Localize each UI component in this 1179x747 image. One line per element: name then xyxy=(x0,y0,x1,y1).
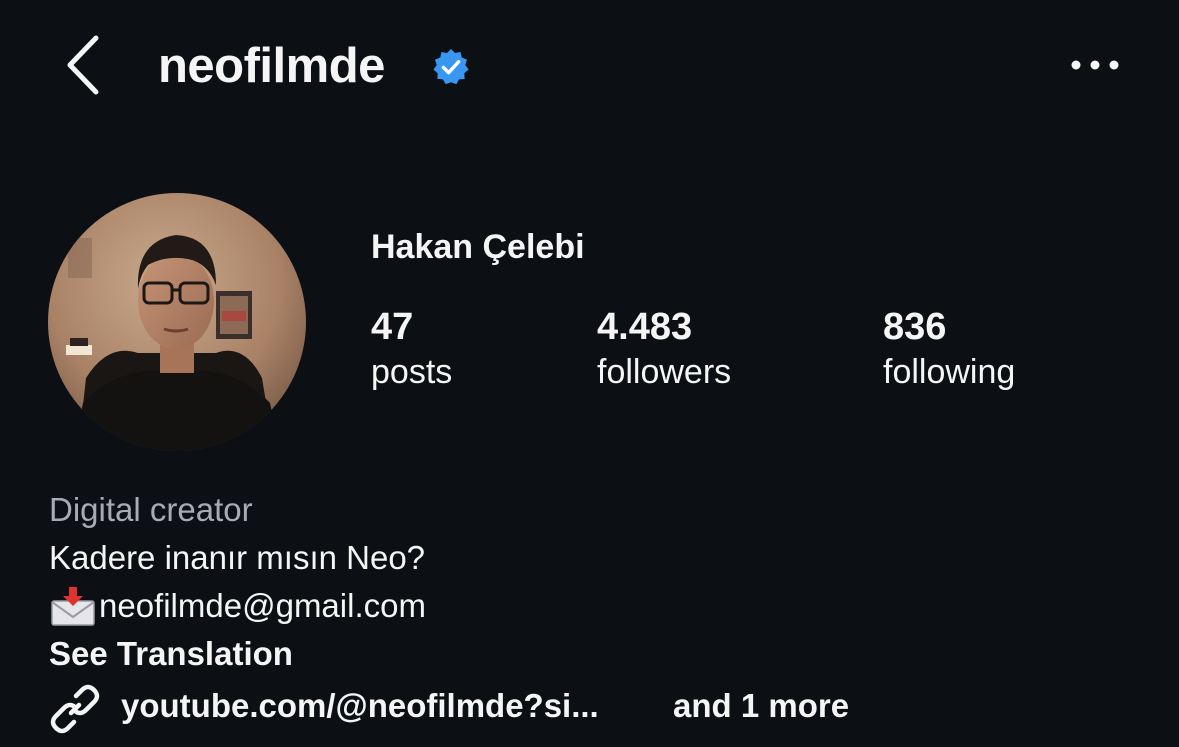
see-translation-button[interactable]: See Translation xyxy=(49,632,293,676)
stat-posts[interactable]: 47 posts xyxy=(371,304,452,394)
back-button[interactable] xyxy=(56,30,112,100)
stat-following[interactable]: 836 following xyxy=(883,304,1015,394)
bio-link-url[interactable]: youtube.com/@neofilmde?si... xyxy=(121,684,599,728)
profile-avatar[interactable] xyxy=(48,193,306,451)
chevron-left-icon xyxy=(67,35,99,95)
profile-display-name: Hakan Çelebi xyxy=(371,228,585,266)
bio-text: Kadere inanır mısın Neo? xyxy=(49,539,426,576)
profile-username: neofilmde xyxy=(158,39,385,93)
avatar-photo xyxy=(48,193,306,451)
stat-following-label: following xyxy=(883,353,1016,391)
bio-link-more[interactable]: and 1 more xyxy=(673,684,849,728)
profile-header: neofilmde xyxy=(0,0,1179,130)
profile-category: Digital creator xyxy=(49,491,253,528)
more-options-button[interactable] xyxy=(1064,48,1126,82)
verified-badge-icon xyxy=(433,48,469,85)
stat-followers-count: 4.483 xyxy=(597,306,693,348)
stat-following-count: 836 xyxy=(883,306,947,348)
stat-posts-count: 47 xyxy=(371,306,414,348)
more-horizontal-icon xyxy=(1071,60,1119,70)
bio-email[interactable]: neofilmde@gmail.com xyxy=(99,587,426,624)
envelope-arrow-icon xyxy=(51,587,95,626)
stat-followers-label: followers xyxy=(597,353,732,391)
stat-posts-label: posts xyxy=(371,353,453,391)
bio-email-line: neofilmde@gmail.com xyxy=(49,584,426,628)
link-icon xyxy=(50,684,100,734)
stat-followers[interactable]: 4.483 followers xyxy=(597,304,731,394)
